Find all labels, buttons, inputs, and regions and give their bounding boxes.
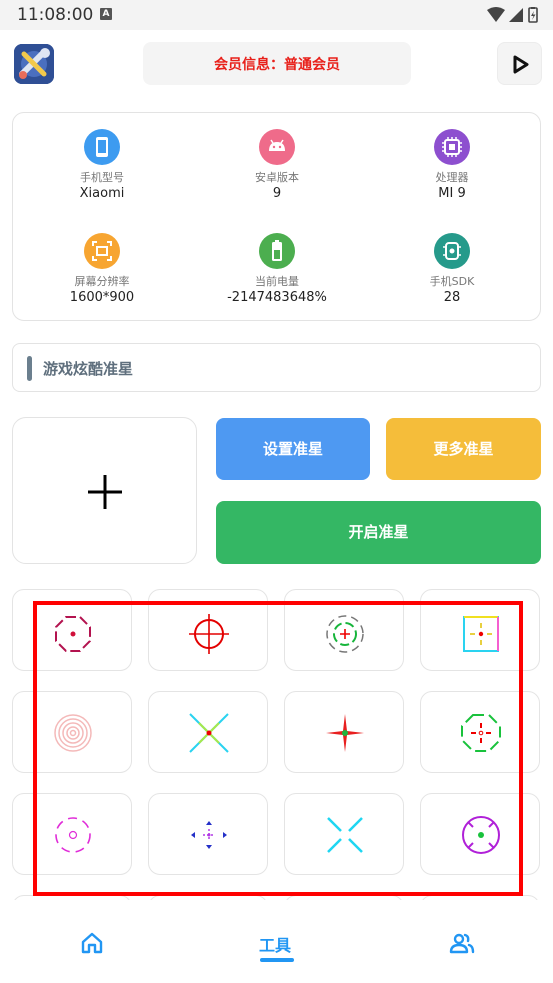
crosshair-item[interactable] (148, 793, 268, 875)
diamond-crosshair-icon (191, 821, 227, 849)
member-info-box[interactable]: 会员信息：普通会员 (143, 42, 411, 85)
info-screen-resolution: 屏幕分辨率 1600*900 (32, 233, 172, 305)
app-logo (14, 44, 54, 84)
section-bar (27, 356, 32, 381)
cyan-x-crosshair-icon (327, 817, 363, 853)
rings-crosshair-icon (54, 714, 92, 752)
dashed-circle-crosshair-icon (326, 615, 364, 653)
info-phone-model: 手机型号 Xiaomi (32, 129, 172, 201)
info-android-version: 安卓版本 9 (207, 129, 347, 201)
nav-tools-label: 工具 (259, 936, 292, 955)
crosshair-item[interactable] (420, 793, 540, 875)
open-crosshair-button[interactable]: 开启准星 (216, 501, 541, 564)
crosshair-item[interactable] (284, 589, 404, 671)
crosshair-item[interactable] (284, 691, 404, 773)
bottom-nav: 工具 (0, 900, 553, 983)
octagon-crosshair-icon (55, 616, 91, 652)
nav-home[interactable] (80, 931, 104, 959)
users-icon (449, 933, 475, 954)
screen-icon (84, 233, 120, 269)
section-title-text: 游戏炫酷准星 (43, 360, 134, 378)
crosshair-item[interactable] (12, 793, 132, 875)
sdk-icon (434, 233, 470, 269)
plus-icon (88, 475, 122, 509)
magenta-ring-crosshair-icon (55, 817, 91, 853)
crosshair-item[interactable] (420, 589, 540, 671)
crosshair-item[interactable] (12, 691, 132, 773)
purple-circle-crosshair-icon (462, 816, 500, 854)
nav-tools[interactable]: 工具 (259, 932, 291, 956)
info-sdk: 手机SDK 28 (382, 233, 522, 305)
android-icon (259, 129, 295, 165)
status-bar: 11:08:00 A (0, 0, 553, 30)
section-header: 游戏炫酷准星 (12, 343, 541, 392)
play-button[interactable] (497, 42, 542, 85)
more-crosshair-button[interactable]: 更多准星 (386, 418, 541, 480)
wifi-icon (487, 7, 505, 22)
set-crosshair-button[interactable]: 设置准星 (216, 418, 370, 480)
square-crosshair-icon (463, 616, 499, 652)
phone-icon (84, 129, 120, 165)
crosshair-item[interactable] (148, 691, 268, 773)
crosshair-preview[interactable] (12, 417, 197, 564)
notification-icon: A (100, 8, 112, 20)
crosshair-item[interactable] (12, 589, 132, 671)
scope-crosshair-icon (189, 614, 229, 654)
crosshair-item[interactable] (284, 793, 404, 875)
info-battery: 当前电量 -2147483648% (207, 233, 347, 305)
nav-users[interactable] (449, 931, 475, 959)
cpu-icon (434, 129, 470, 165)
crosshair-item[interactable] (420, 691, 540, 773)
crosshair-item[interactable] (148, 589, 268, 671)
crosshair-grid (0, 585, 553, 900)
home-icon (81, 932, 103, 954)
nav-active-indicator (260, 958, 294, 962)
member-info-text: 会员信息：普通会员 (214, 57, 340, 73)
star-crosshair-icon (326, 714, 364, 752)
status-time: 11:08:00 (17, 5, 94, 25)
info-processor: 处理器 MI 9 (382, 129, 522, 201)
play-icon (513, 55, 529, 74)
status-icons (487, 7, 538, 23)
green-octagon-crosshair-icon (461, 714, 501, 752)
signal-icon (509, 8, 523, 22)
x-crosshair-icon (189, 713, 229, 753)
battery-icon (259, 233, 295, 269)
device-info-card: 手机型号 Xiaomi 安卓版本 9 处理器 MI 9 屏幕分辨率 1600*9… (12, 112, 541, 321)
